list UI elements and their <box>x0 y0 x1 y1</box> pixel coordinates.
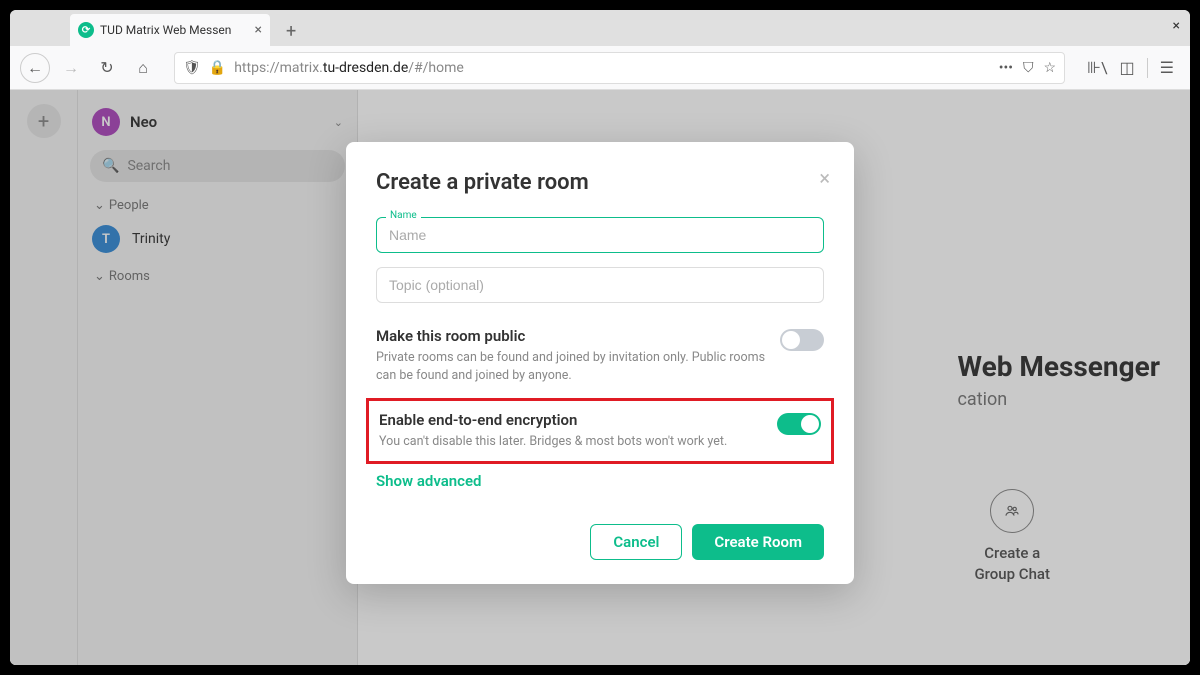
show-advanced-link[interactable]: Show advanced <box>376 472 824 490</box>
create-room-dialog: × Create a private room Name Make this r… <box>346 142 854 584</box>
e2e-desc: You can't disable this later. Bridges & … <box>379 433 765 451</box>
matrix-favicon: ⟳ <box>78 22 94 38</box>
protection-icon[interactable]: ⛉ <box>1023 60 1034 76</box>
room-name-input[interactable] <box>376 217 824 253</box>
window-close-icon[interactable]: × <box>1173 18 1180 34</box>
cancel-button[interactable]: Cancel <box>590 524 682 560</box>
url-bar[interactable]: 🛡 🔒 https://matrix.tu-dresden.de/#/home … <box>174 52 1065 84</box>
room-topic-input[interactable] <box>376 267 824 303</box>
browser-tab-bar: ⟳ TUD Matrix Web Messen × + × <box>10 10 1190 46</box>
name-field-label: Name <box>386 210 421 221</box>
reload-button[interactable]: ↻ <box>92 53 122 83</box>
back-button[interactable]: ← <box>20 53 50 83</box>
make-public-toggle[interactable] <box>780 329 824 351</box>
url-text: https://matrix.tu-dresden.de/#/home <box>234 60 991 76</box>
home-button[interactable]: ⌂ <box>128 53 158 83</box>
e2e-label: Enable end-to-end encryption <box>379 411 765 429</box>
shield-icon[interactable]: 🛡 <box>183 60 201 76</box>
close-tab-icon[interactable]: × <box>255 22 262 38</box>
modal-overlay: × Create a private room Name Make this r… <box>10 90 1190 665</box>
make-public-label: Make this room public <box>376 327 768 345</box>
dialog-title: Create a private room <box>376 170 824 195</box>
more-icon[interactable]: ••• <box>999 60 1013 76</box>
browser-tab[interactable]: ⟳ TUD Matrix Web Messen × <box>70 14 270 46</box>
create-room-button[interactable]: Create Room <box>692 524 824 560</box>
library-icon[interactable]: ⊪\ <box>1087 58 1108 77</box>
tab-title: TUD Matrix Web Messen <box>100 23 231 37</box>
lock-icon: 🔒 <box>209 60 226 76</box>
new-tab-button[interactable]: + <box>278 17 304 46</box>
forward-button: → <box>56 53 86 83</box>
close-dialog-button[interactable]: × <box>819 166 830 190</box>
e2e-toggle[interactable] <box>777 413 821 435</box>
make-public-desc: Private rooms can be found and joined by… <box>376 349 768 384</box>
browser-toolbar: ← → ↻ ⌂ 🛡 🔒 https://matrix.tu-dresden.de… <box>10 46 1190 90</box>
highlighted-setting: Enable end-to-end encryption You can't d… <box>366 398 834 464</box>
sidebar-toggle-icon[interactable]: ◫ <box>1120 58 1135 77</box>
menu-icon[interactable]: ☰ <box>1160 58 1174 77</box>
bookmark-icon[interactable]: ☆ <box>1043 60 1056 76</box>
